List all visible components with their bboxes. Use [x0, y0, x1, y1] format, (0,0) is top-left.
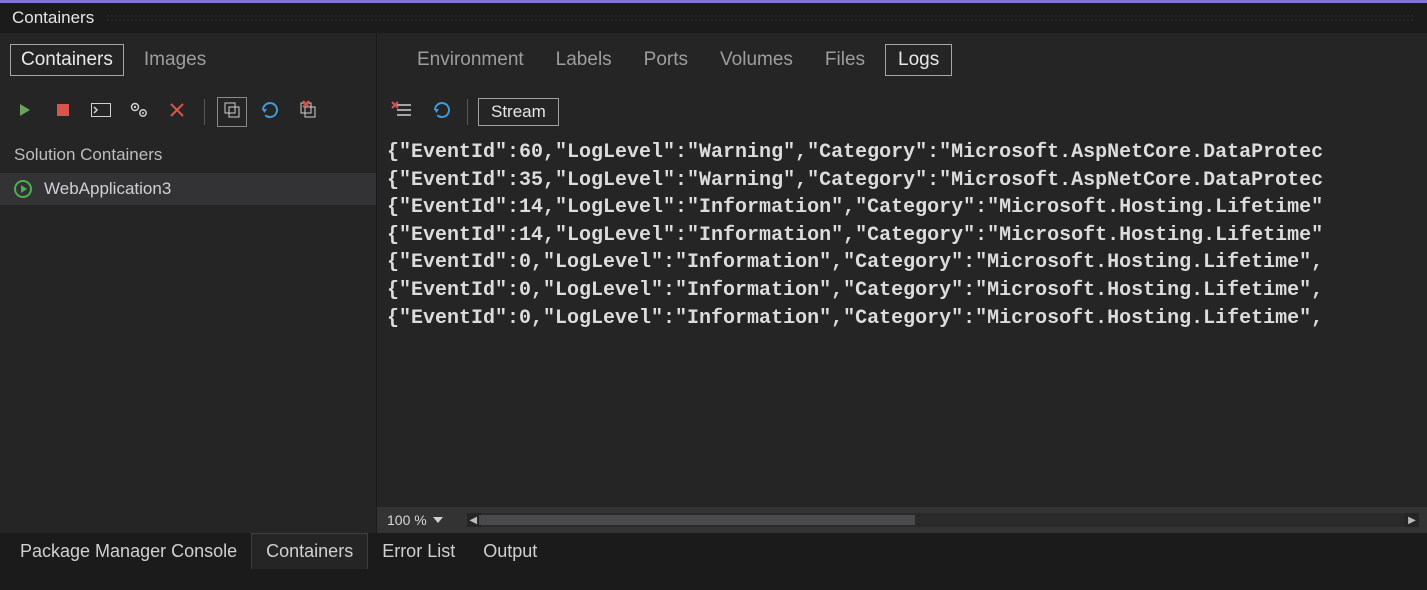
- tool-tab-errorlist[interactable]: Error List: [368, 533, 469, 569]
- terminal-button[interactable]: [86, 97, 116, 127]
- section-header: Solution Containers: [0, 137, 376, 173]
- scroll-thumb[interactable]: [479, 515, 915, 525]
- horizontal-scrollbar[interactable]: ◀ ▶: [469, 513, 1417, 527]
- right-pane: Environment Labels Ports Volumes Files L…: [377, 33, 1427, 533]
- refresh-button[interactable]: [255, 97, 285, 127]
- log-output[interactable]: {"EventId":60,"LogLevel":"Warning","Cate…: [377, 137, 1427, 507]
- log-line: {"EventId":60,"LogLevel":"Warning","Cate…: [387, 139, 1427, 167]
- left-tabs: Containers Images: [0, 33, 376, 93]
- scroll-right-icon: ▶: [1405, 513, 1419, 527]
- tab-ports[interactable]: Ports: [632, 45, 700, 75]
- left-tab-images[interactable]: Images: [134, 45, 216, 75]
- log-line: {"EventId":0,"LogLevel":"Information","C…: [387, 305, 1427, 333]
- toolbar-separator: [204, 99, 205, 125]
- tab-volumes[interactable]: Volumes: [708, 45, 805, 75]
- container-list: WebApplication3: [0, 173, 376, 533]
- log-line: {"EventId":14,"LogLevel":"Information","…: [387, 194, 1427, 222]
- panel-title: Containers: [12, 8, 94, 28]
- tab-environment[interactable]: Environment: [405, 45, 536, 75]
- panel-grip[interactable]: [106, 14, 1415, 22]
- tool-window-tabs: Package Manager Console Containers Error…: [0, 533, 1427, 569]
- detail-tabs: Environment Labels Ports Volumes Files L…: [377, 33, 1427, 93]
- main-area: Containers Images: [0, 33, 1427, 533]
- play-icon: [17, 102, 33, 122]
- left-pane: Containers Images: [0, 33, 377, 533]
- left-tab-containers[interactable]: Containers: [10, 44, 124, 76]
- log-line: {"EventId":0,"LogLevel":"Information","C…: [387, 249, 1427, 277]
- clear-icon: [391, 101, 413, 123]
- container-name: WebApplication3: [44, 179, 171, 199]
- panel-title-bar: Containers: [0, 3, 1427, 33]
- stack-icon: [222, 100, 242, 124]
- tool-tab-pkgmgr[interactable]: Package Manager Console: [6, 533, 251, 569]
- stop-button[interactable]: [48, 97, 78, 127]
- delete-button[interactable]: [162, 97, 192, 127]
- gears-icon: [129, 101, 149, 123]
- show-all-button[interactable]: [217, 97, 247, 127]
- zoom-level: 100 %: [387, 512, 427, 528]
- tab-files[interactable]: Files: [813, 45, 877, 75]
- container-item[interactable]: WebApplication3: [0, 173, 376, 205]
- tool-tab-containers[interactable]: Containers: [251, 533, 368, 569]
- tab-labels[interactable]: Labels: [544, 45, 624, 75]
- terminal-icon: [91, 103, 111, 121]
- prune-button[interactable]: [293, 97, 323, 127]
- settings-button[interactable]: [124, 97, 154, 127]
- zoom-control[interactable]: 100 %: [387, 512, 443, 528]
- stop-icon: [56, 103, 70, 121]
- refresh-logs-button[interactable]: [427, 97, 457, 127]
- tool-tab-output[interactable]: Output: [469, 533, 551, 569]
- x-icon: [169, 102, 185, 122]
- clear-logs-button[interactable]: [387, 97, 417, 127]
- left-toolbar: [0, 93, 376, 137]
- tab-logs[interactable]: Logs: [885, 44, 952, 76]
- stream-button[interactable]: Stream: [478, 98, 559, 126]
- zoom-bar: 100 % ◀ ▶: [377, 507, 1427, 533]
- refresh-icon: [431, 99, 453, 125]
- start-button[interactable]: [10, 97, 40, 127]
- log-line: {"EventId":0,"LogLevel":"Information","C…: [387, 277, 1427, 305]
- log-line: {"EventId":35,"LogLevel":"Warning","Cate…: [387, 167, 1427, 195]
- prune-icon: [297, 99, 319, 125]
- log-toolbar: Stream: [377, 93, 1427, 137]
- log-line: {"EventId":14,"LogLevel":"Information","…: [387, 222, 1427, 250]
- toolbar-separator: [467, 99, 468, 125]
- running-status-icon: [14, 180, 32, 198]
- chevron-down-icon: [433, 512, 443, 528]
- refresh-icon: [259, 99, 281, 125]
